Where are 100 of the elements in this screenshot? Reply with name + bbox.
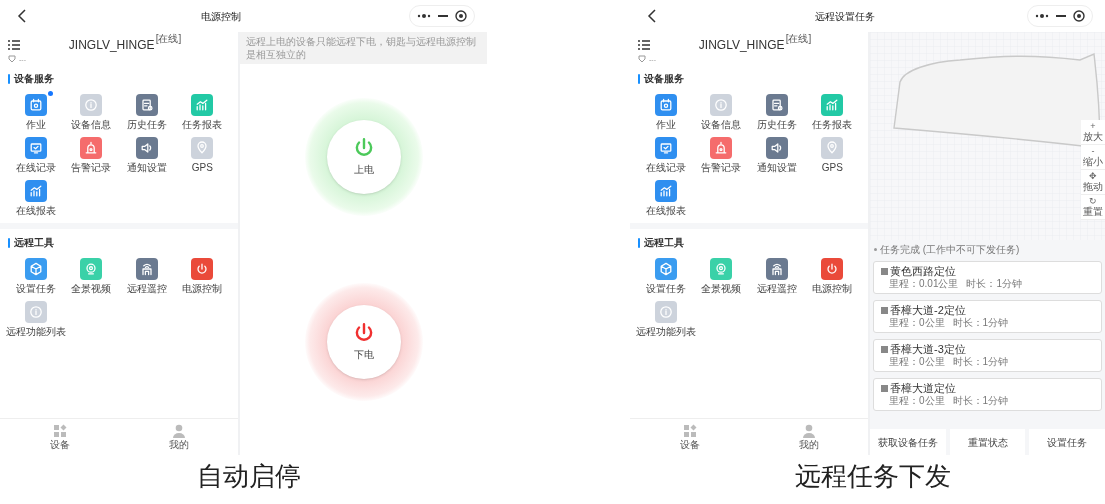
app-label[interactable]: GPS xyxy=(821,162,843,174)
calendar-icon[interactable] xyxy=(654,94,677,116)
cube-icon[interactable] xyxy=(654,258,677,280)
siren-icon[interactable] xyxy=(710,137,733,159)
app-label[interactable]: 远程功能列表 xyxy=(5,326,66,338)
app-label[interactable]: 设置任务 xyxy=(645,283,686,295)
camera-icon[interactable] xyxy=(710,258,733,280)
minimize-icon[interactable] xyxy=(438,14,448,18)
task-icon xyxy=(881,346,888,353)
action-button[interactable]: 获取设备任务 xyxy=(870,429,946,455)
app-label[interactable]: GPS xyxy=(191,162,213,174)
tab-label[interactable]: 我的 xyxy=(168,439,189,450)
close-target-icon[interactable] xyxy=(454,10,467,22)
app-label[interactable]: 作业 xyxy=(655,119,676,131)
more-icon[interactable] xyxy=(1035,13,1050,19)
app-label[interactable]: 设备信息 xyxy=(71,119,112,131)
app-label[interactable]: 远程遥控 xyxy=(126,283,167,295)
app-label[interactable]: 远程功能列表 xyxy=(635,326,696,338)
document-icon[interactable] xyxy=(135,94,158,116)
app-label[interactable]: 电源控制 xyxy=(182,283,223,295)
shield-icon xyxy=(638,55,646,63)
section-marker xyxy=(8,237,10,248)
chart-icon[interactable] xyxy=(654,180,677,202)
app-label[interactable]: 全景视频 xyxy=(71,283,112,295)
grid-icon[interactable] xyxy=(52,424,67,438)
task-duration: 时长：1分钟 xyxy=(952,356,1009,368)
app-label[interactable]: 在线记录 xyxy=(15,162,56,174)
task-card[interactable]: 香樟大道-2定位 里程：0公里 时长：1分钟 xyxy=(873,300,1102,333)
document-icon[interactable] xyxy=(765,94,788,116)
power-off-button[interactable]: 下电 xyxy=(304,283,423,402)
tab-label[interactable]: 设备 xyxy=(679,439,700,450)
app-label[interactable]: 历史任务 xyxy=(126,119,167,131)
menu-icon[interactable] xyxy=(8,40,20,50)
capsule-menu[interactable] xyxy=(409,5,475,27)
app-label[interactable]: 通知设置 xyxy=(756,162,797,174)
section-title: 远程工具 xyxy=(644,236,684,250)
task-card[interactable]: 香樟大道定位 里程：0公里 时长：1分钟 xyxy=(873,378,1102,411)
siren-icon[interactable] xyxy=(80,137,103,159)
chart-icon[interactable] xyxy=(821,94,844,116)
task-card[interactable]: 黄色西路定位 里程：0.01公里 时长：1分钟 xyxy=(873,261,1102,294)
app-label[interactable]: 设置任务 xyxy=(15,283,56,295)
cube-icon[interactable] xyxy=(24,258,47,280)
chart-icon[interactable] xyxy=(24,180,47,202)
power-on-button[interactable]: 上电 xyxy=(304,97,423,216)
control-symbol: ↻ xyxy=(1089,196,1097,206)
app-label[interactable]: 在线记录 xyxy=(645,162,686,174)
capsule-menu[interactable] xyxy=(1027,5,1093,27)
close-target-icon[interactable] xyxy=(1072,10,1085,22)
speaker-icon[interactable] xyxy=(765,137,788,159)
antenna-icon[interactable] xyxy=(135,258,158,280)
app-label[interactable]: 任务报表 xyxy=(182,119,223,131)
online-tag: [在线] xyxy=(155,34,182,44)
power-icon[interactable] xyxy=(821,258,844,280)
section-marker xyxy=(638,237,640,248)
control-symbol: + xyxy=(1090,121,1096,131)
user-icon[interactable] xyxy=(171,424,186,438)
map-control-button[interactable]: 拖动 xyxy=(1083,181,1103,193)
power-icon[interactable] xyxy=(191,258,214,280)
map-control-button[interactable]: 放大 xyxy=(1083,131,1103,143)
control-symbol: - xyxy=(1091,146,1095,156)
monitor-icon[interactable] xyxy=(24,137,47,159)
user-icon[interactable] xyxy=(801,424,816,438)
task-distance: 里程：0.01公里 xyxy=(889,278,959,290)
power-label: 上电 xyxy=(353,162,374,177)
monitor-icon[interactable] xyxy=(654,137,677,159)
calendar-icon[interactable] xyxy=(24,94,47,116)
antenna-icon[interactable] xyxy=(765,258,788,280)
app-label[interactable]: 告警记录 xyxy=(701,162,742,174)
map-view[interactable]: + 放大 - 缩小 ✥ 拖动 ↻ 重置 xyxy=(870,32,1105,240)
tab-label[interactable]: 设备 xyxy=(49,439,70,450)
app-label[interactable]: 在线报表 xyxy=(645,205,686,217)
minimize-icon[interactable] xyxy=(1056,14,1066,18)
notice-text: 远程上电的设备只能远程下电，钥匙与远程电源控制是相互独立的 xyxy=(240,32,487,64)
camera-icon[interactable] xyxy=(80,258,103,280)
app-label[interactable]: 电源控制 xyxy=(812,283,853,295)
task-name: 香樟大道-3定位 xyxy=(890,343,966,356)
map-control-button[interactable]: 缩小 xyxy=(1083,156,1103,168)
grid-icon[interactable] xyxy=(682,424,697,438)
shield-icon xyxy=(8,55,16,63)
task-card[interactable]: 香樟大道-3定位 里程：0公里 时长：1分钟 xyxy=(873,339,1102,372)
app-label[interactable]: 远程遥控 xyxy=(756,283,797,295)
map-control-button[interactable]: 重置 xyxy=(1083,206,1103,218)
task-name: 香樟大道定位 xyxy=(890,382,956,395)
app-label[interactable]: 全景视频 xyxy=(701,283,742,295)
more-icon[interactable] xyxy=(417,13,432,19)
app-label[interactable]: 历史任务 xyxy=(756,119,797,131)
app-label[interactable]: 作业 xyxy=(25,119,46,131)
speaker-icon[interactable] xyxy=(135,137,158,159)
chart-icon[interactable] xyxy=(191,94,214,116)
app-label[interactable]: 设备信息 xyxy=(701,119,742,131)
tab-label[interactable]: 我的 xyxy=(798,439,819,450)
action-button[interactable]: 设置任务 xyxy=(1029,429,1105,455)
app-label[interactable]: 告警记录 xyxy=(71,162,112,174)
section-title: 设备服务 xyxy=(14,72,54,86)
app-label[interactable]: 通知设置 xyxy=(126,162,167,174)
app-label[interactable]: 在线报表 xyxy=(15,205,56,217)
action-button[interactable]: 重置状态 xyxy=(949,429,1026,455)
page-title: 电源控制 xyxy=(200,9,241,24)
app-label[interactable]: 任务报表 xyxy=(812,119,853,131)
menu-icon[interactable] xyxy=(638,40,650,50)
